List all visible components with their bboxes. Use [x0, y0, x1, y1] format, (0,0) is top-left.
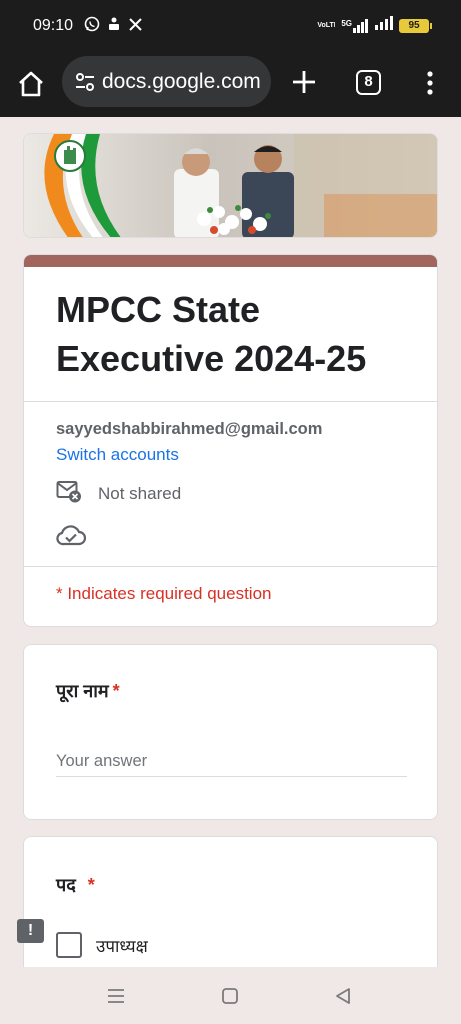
- status-bar: 09:10 VoLTE 5G 95: [0, 0, 461, 52]
- account-section: sayyedshabbirahmed@gmail.com Switch acco…: [24, 402, 437, 566]
- home-nav-icon[interactable]: [221, 987, 239, 1010]
- form-title: MPCC State Executive 2024-25: [56, 289, 367, 379]
- notification-icons: [84, 16, 143, 37]
- option-label: उपाध्यक्ष: [96, 936, 148, 956]
- back-nav-icon[interactable]: [334, 986, 352, 1011]
- system-nav-bar: [0, 967, 461, 1024]
- form-page[interactable]: MPCC State Executive 2024-25 sayyedshabb…: [0, 117, 461, 967]
- checkbox-option[interactable]: उपाध्यक्ष: [56, 932, 148, 958]
- tab-switcher-button[interactable]: 8: [356, 70, 381, 95]
- new-tab-icon[interactable]: [291, 69, 317, 95]
- recent-apps-icon[interactable]: [106, 987, 126, 1010]
- status-indicators: VoLTE 5G 95: [317, 16, 432, 35]
- required-note: * Indicates required question: [56, 584, 272, 603]
- email-not-shared-icon: [56, 479, 82, 508]
- switch-accounts-link[interactable]: Switch accounts: [56, 445, 405, 465]
- question-label: पूरा नाम: [56, 681, 109, 701]
- question-card-position: पद * उपाध्यक्ष: [23, 836, 438, 967]
- required-star: *: [87, 875, 95, 895]
- x-icon: [128, 17, 143, 37]
- question-title: पूरा नाम *: [56, 679, 120, 703]
- person-icon: [106, 16, 122, 37]
- not-shared-row: Not shared: [56, 479, 405, 508]
- url-text: docs.google.com: [102, 70, 261, 93]
- not-shared-label: Not shared: [98, 483, 182, 503]
- saved-status: [56, 524, 405, 551]
- status-time: 09:10: [33, 17, 74, 34]
- question-card-full-name: पूरा नाम *: [23, 644, 438, 820]
- question-label: पद: [56, 875, 76, 895]
- header-banner-image: [23, 133, 438, 238]
- site-settings-icon[interactable]: [74, 71, 96, 93]
- account-email: sayyedshabbirahmed@gmail.com: [56, 420, 323, 438]
- whatsapp-icon: [84, 16, 100, 37]
- signal-5g-icon: 5G: [341, 18, 369, 33]
- signal-icon: [375, 16, 393, 35]
- checkbox[interactable]: [56, 932, 82, 958]
- form-header-card: MPCC State Executive 2024-25 sayyedshabb…: [23, 254, 438, 627]
- report-abuse-icon[interactable]: !: [17, 919, 44, 943]
- cloud-done-icon: [56, 525, 87, 550]
- home-icon[interactable]: [16, 69, 46, 99]
- accent-strip: [24, 255, 437, 267]
- address-bar[interactable]: docs.google.com: [62, 56, 271, 107]
- question-title: पद *: [56, 873, 95, 897]
- required-star: *: [112, 681, 120, 701]
- browser-toolbar: docs.google.com 8: [0, 52, 461, 117]
- battery-icon: 95: [399, 18, 432, 33]
- more-options-icon[interactable]: [424, 69, 436, 97]
- volte-label: VoLTE: [317, 22, 335, 29]
- full-name-input[interactable]: [56, 747, 407, 777]
